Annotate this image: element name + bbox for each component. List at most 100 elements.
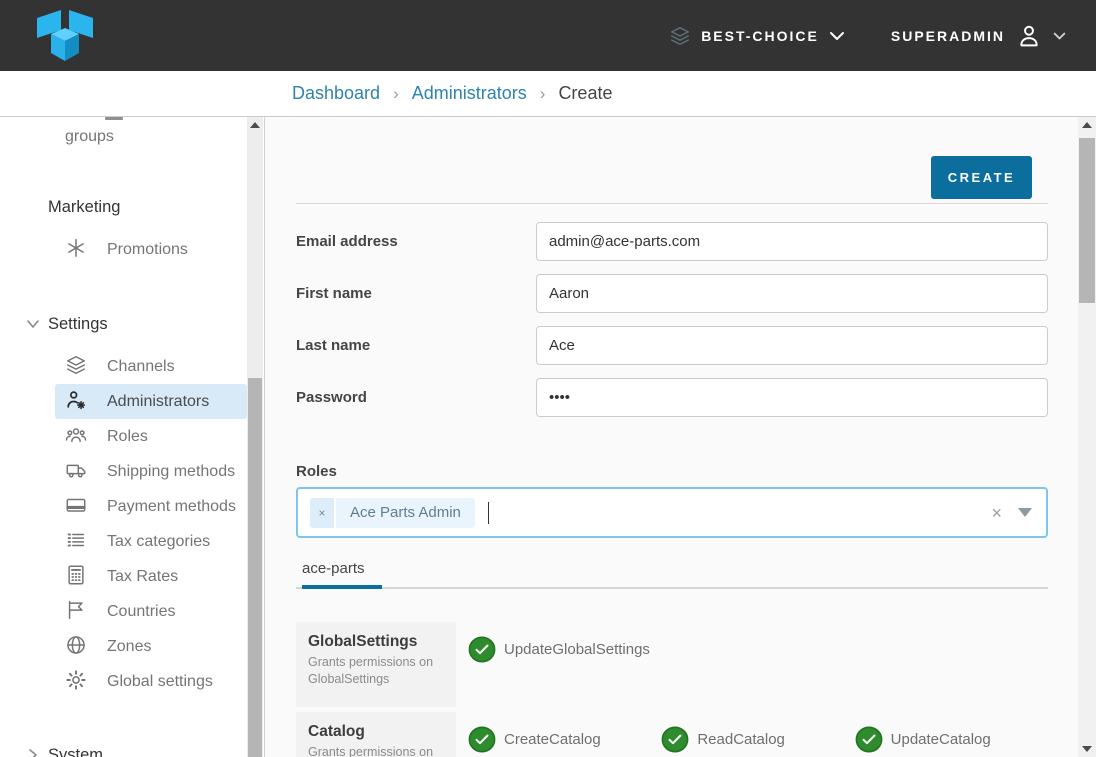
first-name-label: First name xyxy=(296,285,536,302)
password-label: Password xyxy=(296,389,536,406)
table-row: GlobalSettings Grants permissions on Glo… xyxy=(296,622,1048,707)
nav-label: Tax categories xyxy=(107,533,210,550)
top-bar: BEST-CHOICE SUPERADMIN xyxy=(0,0,1096,71)
scroll-up-button[interactable] xyxy=(1078,117,1096,133)
chip-label: Ace Parts Admin xyxy=(336,498,475,528)
create-button[interactable]: CREATE xyxy=(931,156,1032,199)
permission-group-title: GlobalSettings xyxy=(308,633,444,651)
form-row-password: Password xyxy=(296,378,1048,417)
active-tab-indicator xyxy=(302,585,382,589)
text-cursor xyxy=(488,502,489,524)
sidebar-section-system[interactable]: System xyxy=(0,744,248,757)
sidebar-item-countries[interactable]: Countries xyxy=(55,594,247,629)
scrollbar-thumb[interactable] xyxy=(1079,138,1095,303)
channel-label: BEST-CHOICE xyxy=(701,28,819,44)
email-input[interactable] xyxy=(536,222,1048,261)
nav-label: Channels xyxy=(107,358,175,375)
roles-select[interactable]: × Ace Parts Admin × xyxy=(296,487,1048,538)
sidebar-item-customer-groups[interactable]: groups xyxy=(55,120,247,154)
sidebar-nav: groups Marketing Promotions Settings Cha… xyxy=(0,117,248,757)
permission-toggle[interactable]: UpdateGlobalSettings xyxy=(468,636,661,663)
permission-toggle[interactable]: ReadCatalog xyxy=(661,726,854,753)
permission-toggle[interactable]: UpdateCatalog xyxy=(855,726,1048,753)
nav-label: Administrators xyxy=(107,393,209,410)
check-circle-icon xyxy=(468,636,496,663)
form-row-first-name: First name xyxy=(296,274,1048,313)
sidebar: groups Marketing Promotions Settings Cha… xyxy=(0,117,265,757)
first-name-input[interactable] xyxy=(536,274,1048,313)
permission-group-header: Catalog Grants permissions on Products, … xyxy=(296,712,456,757)
divider xyxy=(296,203,1048,204)
calculator-icon xyxy=(65,564,87,586)
user-cog-icon xyxy=(65,389,87,411)
list-icon xyxy=(65,529,87,551)
chevron-down-icon xyxy=(829,31,845,41)
sidebar-item-tax-rates[interactable]: Tax Rates xyxy=(55,559,247,594)
sidebar-item-tax-categories[interactable]: Tax categories xyxy=(55,524,247,559)
permission-group-description: Grants permissions on GlobalSettings xyxy=(308,654,444,688)
sidebar-item-shipping-methods[interactable]: Shipping methods xyxy=(55,454,247,489)
sidebar-item-promotions[interactable]: Promotions xyxy=(55,232,247,267)
sidebar-item-channels[interactable]: Channels xyxy=(55,349,247,384)
dropdown-caret-icon[interactable] xyxy=(1018,508,1032,517)
nav-label: Zones xyxy=(107,638,151,655)
breadcrumb-bar: Dashboard › Administrators › Create xyxy=(0,71,1096,117)
password-input[interactable] xyxy=(536,378,1048,417)
sidebar-scrollbar[interactable] xyxy=(247,117,263,757)
check-circle-icon xyxy=(855,726,883,753)
clipped-icon-fragment xyxy=(105,117,123,120)
sidebar-item-administrators[interactable]: Administrators xyxy=(55,384,247,419)
breadcrumb-dashboard[interactable]: Dashboard xyxy=(292,83,380,104)
nav-label: Payment methods xyxy=(107,498,236,515)
table-row: Catalog Grants permissions on Products, … xyxy=(296,712,1048,757)
sidebar-item-payment-methods[interactable]: Payment methods xyxy=(55,489,247,524)
scroll-up-button[interactable] xyxy=(247,117,263,133)
nav-label: Global settings xyxy=(107,673,213,690)
clear-icon[interactable]: × xyxy=(991,504,1002,522)
permission-label: CreateCatalog xyxy=(504,731,601,748)
nav-label: Roles xyxy=(107,428,148,445)
breadcrumb: Dashboard › Administrators › Create xyxy=(292,83,612,104)
sidebar-section-marketing[interactable]: Marketing xyxy=(0,196,248,218)
permission-group-description: Grants permissions on Products, Facets xyxy=(308,744,444,757)
permission-label: ReadCatalog xyxy=(697,731,785,748)
cog-icon xyxy=(65,669,87,691)
chevron-down-icon xyxy=(26,317,40,331)
layers-icon xyxy=(65,354,87,376)
content-scrollbar[interactable] xyxy=(1078,117,1096,757)
last-name-input[interactable] xyxy=(536,326,1048,365)
breadcrumb-separator: › xyxy=(393,84,399,104)
sidebar-item-roles[interactable]: Roles xyxy=(55,419,247,454)
permission-toggle[interactable]: CreateCatalog xyxy=(468,726,661,753)
vendure-logo[interactable] xyxy=(30,8,100,64)
nav-label: Promotions xyxy=(107,241,188,258)
user-menu[interactable]: SUPERADMIN xyxy=(891,21,1066,51)
check-circle-icon xyxy=(468,726,496,753)
scroll-down-button[interactable] xyxy=(1078,741,1096,757)
sidebar-item-zones[interactable]: Zones xyxy=(55,629,247,664)
asterisk-icon xyxy=(65,237,87,259)
users-icon xyxy=(65,424,87,446)
person-icon xyxy=(1015,21,1043,51)
sidebar-item-global-settings[interactable]: Global settings xyxy=(55,664,247,699)
channel-switcher[interactable]: BEST-CHOICE xyxy=(669,25,845,47)
breadcrumb-separator: › xyxy=(540,84,546,104)
scrollbar-thumb[interactable] xyxy=(248,378,262,757)
chevron-right-icon xyxy=(26,748,40,757)
nav-label: Shipping methods xyxy=(107,463,235,480)
permission-group-header: GlobalSettings Grants permissions on Glo… xyxy=(296,622,456,707)
breadcrumb-current: Create xyxy=(558,83,612,104)
username-label: SUPERADMIN xyxy=(891,28,1005,44)
permission-label: UpdateGlobalSettings xyxy=(504,641,650,658)
roles-label: Roles xyxy=(296,463,1048,480)
truck-icon xyxy=(65,459,87,481)
breadcrumb-administrators[interactable]: Administrators xyxy=(412,83,527,104)
flag-icon xyxy=(65,599,87,621)
tab-ace-parts[interactable]: ace-parts xyxy=(296,554,367,587)
chip-remove-button[interactable]: × xyxy=(310,498,334,528)
main-content: CREATE Email address First name Last nam… xyxy=(265,117,1096,757)
check-circle-icon xyxy=(661,726,689,753)
last-name-label: Last name xyxy=(296,337,536,354)
sidebar-section-settings[interactable]: Settings xyxy=(0,313,248,335)
email-label: Email address xyxy=(296,233,536,250)
